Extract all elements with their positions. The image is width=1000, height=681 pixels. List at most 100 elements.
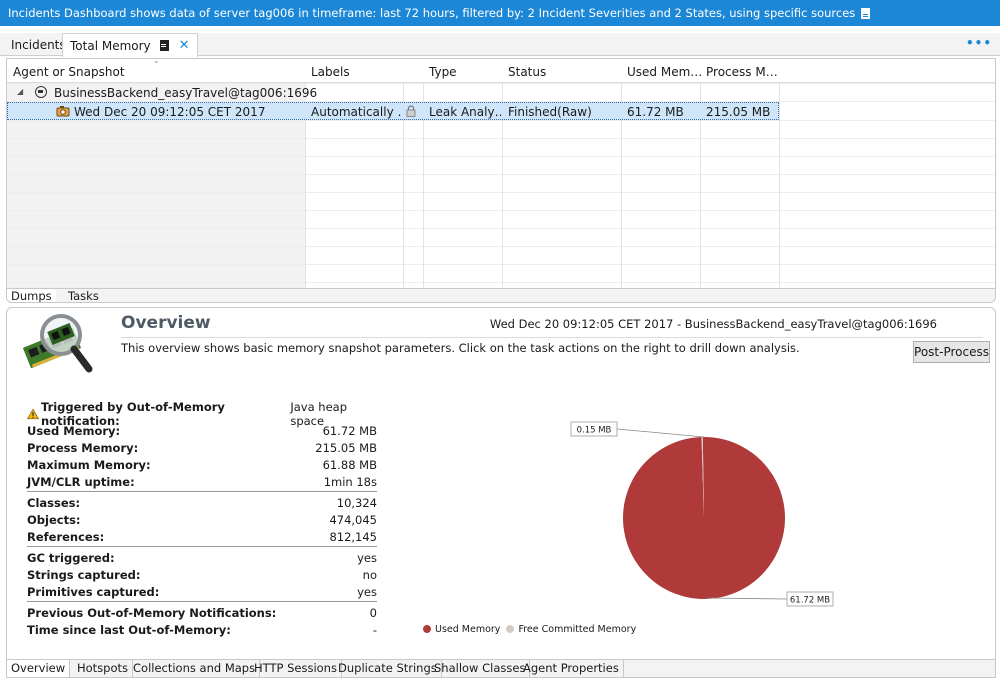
document-icon[interactable]: [861, 7, 871, 19]
stat-value: 61.72 MB: [322, 423, 377, 438]
stat-key: Previous Out-of-Memory Notifications:: [27, 605, 277, 620]
collapse-triangle-icon[interactable]: ◢: [17, 87, 23, 96]
sort-indicator-icon: ⌄: [153, 58, 160, 65]
pie-data-label: 0.15 MB: [577, 426, 612, 436]
stat-row: Objects: 474,045: [27, 511, 377, 528]
tab-total-memory-label: Total Memory: [70, 38, 151, 53]
close-icon[interactable]: ✕: [179, 38, 190, 53]
pie-slice-used-memory: [623, 437, 786, 599]
stat-row: Time since last Out-of-Memory: -: [27, 621, 377, 638]
stat-row: Strings captured: no: [27, 566, 377, 583]
memory-stats: Triggered by Out-of-Memory notification:…: [27, 400, 377, 638]
overview-title: Overview: [121, 313, 211, 333]
lock-icon: [406, 105, 416, 117]
stat-value: no: [362, 567, 377, 582]
snapshot-row[interactable]: Wed Dec 20 09:12:05 CET 2017 Automatical…: [7, 102, 779, 120]
snapshot-process-memory: 215.05 MB: [706, 105, 771, 119]
snapshot-labels: Automatically …: [311, 105, 401, 119]
stat-key: Used Memory:: [27, 423, 121, 438]
stat-key: References:: [27, 529, 105, 544]
stat-row: Previous Out-of-Memory Notifications: 0: [27, 604, 377, 621]
stat-value: 812,145: [329, 529, 377, 544]
stat-value: 0: [369, 605, 377, 620]
legend-label-free: Free Committed Memory: [518, 624, 637, 635]
agent-icon: [35, 86, 47, 98]
more-options-icon[interactable]: •••: [966, 36, 992, 50]
tab-http-sessions[interactable]: HTTP Sessions: [250, 660, 342, 677]
snapshot-used-memory: 61.72 MB: [627, 105, 684, 119]
stat-value: -: [372, 622, 377, 637]
stat-key: Maximum Memory:: [27, 457, 151, 472]
legend-item-used: Used Memory: [423, 624, 500, 635]
agent-row[interactable]: ◢ BusinessBackend_easyTravel@tag006:1696: [7, 84, 995, 101]
warning-icon: [27, 407, 39, 419]
stat-row: JVM/CLR uptime: 1min 18s: [27, 473, 377, 490]
tab-shallow-classes[interactable]: Shallow Classes: [430, 660, 531, 677]
stats-divider: [27, 491, 377, 492]
lower-tab-bar: Overview Hotspots Collections and Maps H…: [7, 659, 995, 677]
tab-duplicate-strings[interactable]: Duplicate Strings: [334, 660, 442, 677]
stat-value: 215.05 MB: [315, 440, 377, 455]
stat-key: GC triggered:: [27, 550, 115, 565]
stat-value: 10,324: [336, 495, 377, 510]
tab-overview[interactable]: Overview: [7, 660, 71, 677]
tab-total-memory[interactable]: Total Memory ✕: [62, 33, 198, 57]
oom-trigger-line: Triggered by Out-of-Memory notification:…: [27, 400, 377, 428]
tab-agent-properties[interactable]: Agent Properties: [519, 660, 624, 677]
stat-value: 61.88 MB: [322, 457, 377, 472]
tab-tasks[interactable]: Tasks: [64, 289, 103, 302]
tab-dumps[interactable]: Dumps: [7, 289, 56, 302]
col-used-memory[interactable]: Used Mem…: [627, 65, 702, 79]
info-banner: Incidents Dashboard shows data of server…: [0, 0, 1000, 26]
stat-key: Primitives captured:: [27, 584, 160, 599]
table-header: Agent or Snapshot ⌄ Labels Type Status U…: [7, 59, 995, 83]
stat-key: Strings captured:: [27, 567, 141, 582]
dashboard-icon: [159, 40, 169, 51]
stat-key: Process Memory:: [27, 440, 139, 455]
stat-row: GC triggered: yes: [27, 549, 377, 566]
memory-pie-chart: 61.72 MB 0.15 MB: [570, 421, 834, 607]
memory-magnifier-icon: [23, 314, 93, 373]
overview-description: This overview shows basic memory snapsho…: [121, 341, 800, 355]
tab-hotspots[interactable]: Hotspots: [73, 660, 134, 677]
pie-slices: [623, 437, 786, 599]
stat-key: Time since last Out-of-Memory:: [27, 622, 231, 637]
col-process-memory[interactable]: Process M…: [706, 65, 778, 79]
legend-dot-used: [423, 625, 431, 633]
tab-collections-and-maps[interactable]: Collections and Maps: [129, 660, 261, 677]
stat-value: 1min 18s: [323, 474, 377, 489]
stat-value: yes: [357, 550, 377, 565]
snapshot-timestamp-source: Wed Dec 20 09:12:05 CET 2017 - BusinessB…: [489, 317, 937, 331]
legend-item-free: Free Committed Memory: [506, 624, 636, 635]
snapshot-name: Wed Dec 20 09:12:05 CET 2017: [74, 105, 266, 119]
snapshot-type: Leak Analy…: [429, 105, 501, 119]
stat-row: Maximum Memory: 61.88 MB: [27, 456, 377, 473]
col-status[interactable]: Status: [508, 65, 546, 79]
stats-divider: [27, 546, 377, 547]
pie-data-label: 61.72 MB: [790, 596, 830, 606]
stat-key: Classes:: [27, 495, 81, 510]
col-type[interactable]: Type: [429, 65, 457, 79]
stat-row: Classes: 10,324: [27, 494, 377, 511]
post-process-button[interactable]: Post-Process: [913, 341, 990, 363]
stats-divider: [27, 601, 377, 602]
chart-legend: Used Memory Free Committed Memory: [423, 624, 636, 635]
stat-row: References: 812,145: [27, 528, 377, 545]
dumps-table-panel: Agent or Snapshot ⌄ Labels Type Status U…: [6, 58, 996, 303]
pie-label-leader: [616, 428, 705, 438]
stat-row: Process Memory: 215.05 MB: [27, 439, 377, 456]
col-labels[interactable]: Labels: [311, 65, 350, 79]
stat-key: Objects:: [27, 512, 81, 527]
pie-label-leader: [705, 597, 788, 600]
stat-value: yes: [357, 584, 377, 599]
upper-tab-bar: Dumps Tasks: [7, 288, 995, 302]
col-agent-or-snapshot[interactable]: Agent or Snapshot: [13, 65, 125, 79]
stat-groups: Used Memory: 61.72 MB Process Memory: 215.0…: [27, 422, 377, 638]
legend-dot-free: [506, 625, 515, 633]
title-divider: [121, 337, 983, 338]
stat-row: Primitives captured: yes: [27, 583, 377, 600]
editor-tab-bar: Incidents Total Memory ✕: [0, 33, 1000, 57]
stat-key: JVM/CLR uptime:: [27, 474, 135, 489]
tab-incidents-label: Incidents: [11, 37, 66, 52]
stat-value: 474,045: [329, 512, 377, 527]
